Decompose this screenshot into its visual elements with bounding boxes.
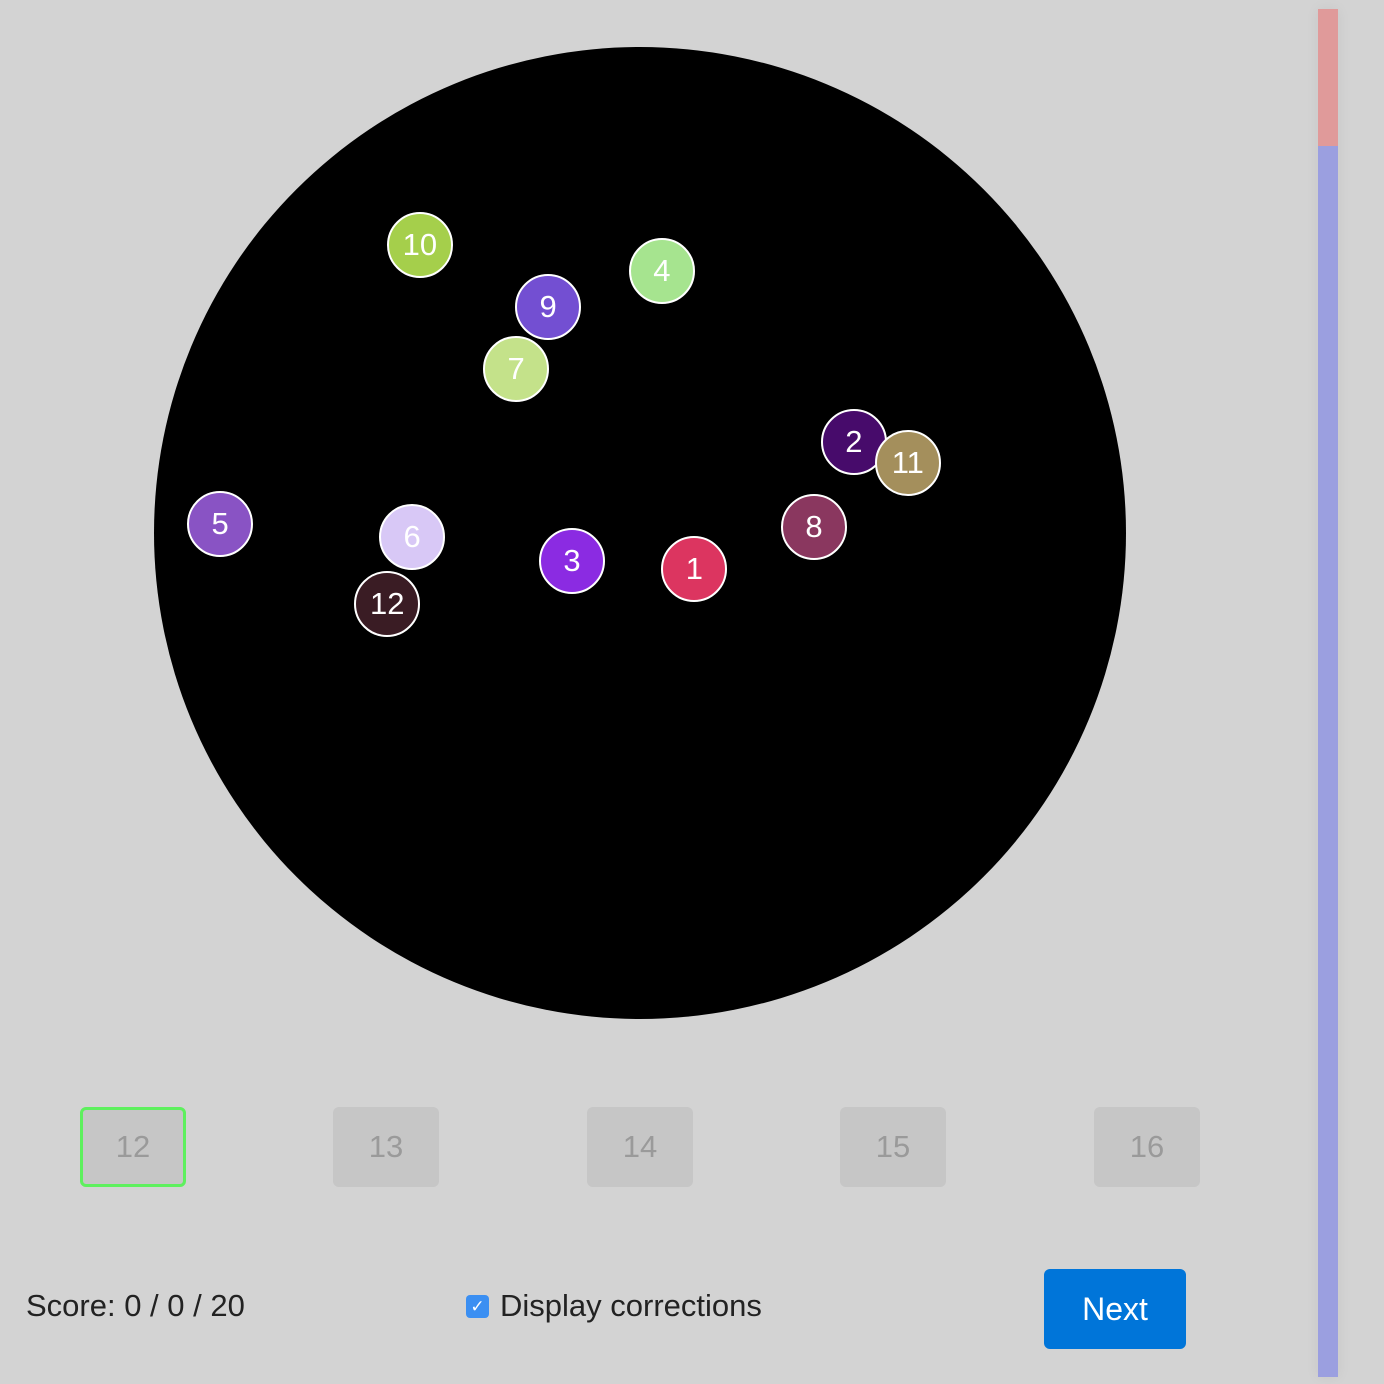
next-button[interactable]: Next [1044,1269,1186,1349]
token-10[interactable]: 10 [386,211,453,278]
game-board[interactable]: 1 2 3 4 5 6 7 8 9 10 11 12 [154,47,1126,1019]
choice-button-15[interactable]: 15 [840,1107,946,1187]
score-text: Score: 0 / 0 / 20 [26,1288,245,1323]
display-corrections-toggle[interactable]: ✓ Display corrections [466,1288,762,1324]
checkbox-checked-icon[interactable]: ✓ [466,1294,489,1318]
token-5[interactable]: 5 [187,490,254,557]
token-4[interactable]: 4 [628,238,695,305]
game-stage: 1 2 3 4 5 6 7 8 9 10 11 12 12 13 14 15 16 Score: 0 … [0,0,1384,1384]
display-corrections-label: Display corrections [500,1288,762,1323]
token-7[interactable]: 7 [483,336,550,403]
choice-button-14[interactable]: 14 [587,1107,693,1187]
timer-elapsed-fill [1318,9,1338,146]
token-8[interactable]: 8 [780,494,847,561]
token-6[interactable]: 6 [379,503,446,570]
choice-button-12[interactable]: 12 [80,1107,186,1187]
token-9[interactable]: 9 [515,274,582,340]
token-1[interactable]: 1 [661,535,728,602]
token-11[interactable]: 11 [874,430,941,497]
timer-progress-bar [1318,9,1338,1377]
choice-button-16[interactable]: 16 [1094,1107,1200,1187]
choice-button-13[interactable]: 13 [333,1107,439,1187]
token-3[interactable]: 3 [538,528,605,595]
token-12[interactable]: 12 [354,570,421,637]
